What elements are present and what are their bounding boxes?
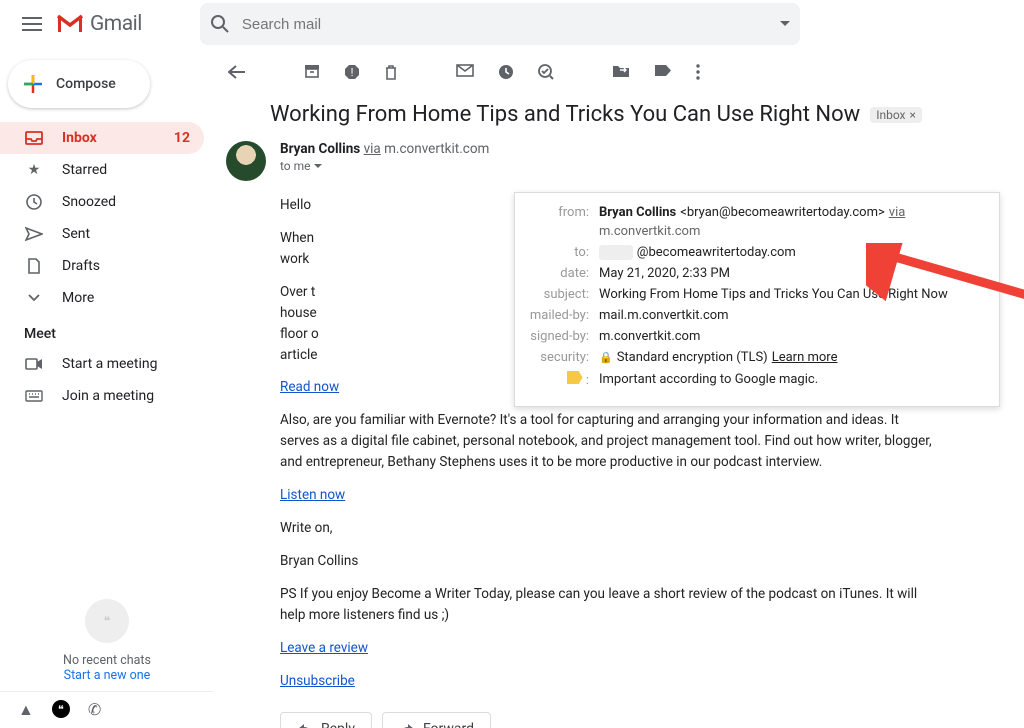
- move-icon[interactable]: [612, 64, 630, 80]
- inbox-chip[interactable]: Inbox×: [870, 107, 922, 123]
- message-details-card: from: Bryan Collins <bryan@becomeawriter…: [514, 192, 1000, 407]
- leave-review-link[interactable]: Leave a review: [280, 640, 368, 656]
- search-input[interactable]: [242, 16, 692, 33]
- read-now-link[interactable]: Read now: [280, 379, 339, 395]
- message-toolbar: !: [214, 48, 1004, 96]
- svg-text:!: !: [351, 66, 354, 79]
- app-logo[interactable]: Gmail: [56, 12, 142, 36]
- inbox-icon: [24, 131, 44, 145]
- forward-button[interactable]: Forward: [382, 712, 491, 728]
- back-icon[interactable]: [228, 65, 246, 79]
- meet-start[interactable]: Start a meeting: [0, 348, 214, 380]
- listen-now-link[interactable]: Listen now: [280, 487, 345, 503]
- email-subject: Working From Home Tips and Tricks You Ca…: [270, 102, 860, 127]
- compose-label: Compose: [56, 76, 116, 92]
- meet-join-label: Join a meeting: [62, 388, 154, 404]
- sidebar-item-starred[interactable]: ★ Starred: [0, 154, 204, 186]
- send-icon: [24, 227, 44, 241]
- hangouts-new-link[interactable]: Start a new one: [0, 668, 214, 683]
- chevron-down-icon: [24, 294, 44, 302]
- chat-tab-icon[interactable]: ❝: [52, 700, 70, 718]
- star-icon: ★: [24, 162, 44, 178]
- forward-icon: [399, 723, 415, 728]
- sidebar-item-inbox[interactable]: Inbox 12: [0, 122, 204, 154]
- label-icon[interactable]: [654, 64, 672, 80]
- file-icon: [24, 258, 44, 274]
- more-icon[interactable]: [696, 64, 700, 80]
- main-pane: ! Working From Home Tips and Tricks You …: [214, 48, 1024, 728]
- app-name: Gmail: [90, 12, 142, 36]
- sidebar-more-label: More: [62, 290, 94, 306]
- importance-icon: [567, 371, 583, 384]
- sidebar-item-drafts[interactable]: Drafts: [0, 250, 204, 282]
- search-icon[interactable]: [210, 14, 230, 34]
- meet-join[interactable]: Join a meeting: [0, 380, 214, 412]
- person-tab-icon[interactable]: ▲: [18, 700, 34, 720]
- mark-unread-icon[interactable]: [456, 64, 474, 80]
- unsubscribe-link[interactable]: Unsubscribe: [280, 673, 355, 689]
- clock-icon: [24, 194, 44, 210]
- sidebar-inbox-label: Inbox: [62, 130, 97, 146]
- sender-line: Bryan Collins via m.convertkit.com: [280, 141, 489, 157]
- sidebar-item-sent[interactable]: Sent: [0, 218, 204, 250]
- reply-button[interactable]: Reply: [280, 712, 372, 728]
- learn-more-link[interactable]: Learn more: [772, 350, 838, 365]
- keyboard-icon: [24, 390, 44, 402]
- reply-icon: [297, 723, 313, 728]
- hangouts-tabs: ▲ ❝ ✆: [0, 691, 214, 728]
- meet-start-label: Start a meeting: [62, 356, 157, 372]
- sidebar-item-snoozed[interactable]: Snoozed: [0, 186, 204, 218]
- sidebar-item-more[interactable]: More: [0, 282, 204, 314]
- sender-avatar[interactable]: [226, 141, 266, 181]
- archive-icon[interactable]: [304, 64, 320, 80]
- compose-button[interactable]: Compose: [8, 60, 150, 108]
- sidebar-drafts-label: Drafts: [62, 258, 100, 274]
- plus-icon: [22, 73, 44, 95]
- inbox-count: 12: [174, 130, 190, 146]
- spam-icon[interactable]: !: [344, 64, 360, 80]
- hangouts-widget: ❝ No recent chats Start a new one: [0, 599, 214, 691]
- app-header: Gmail: [0, 0, 1024, 48]
- search-bar[interactable]: [200, 3, 800, 45]
- sidebar: Compose Inbox 12 ★ Starred Snoozed Sent …: [0, 48, 214, 728]
- hangouts-icon: ❝: [85, 599, 129, 643]
- snooze-icon[interactable]: [498, 64, 514, 80]
- sender-name: Bryan Collins: [280, 141, 360, 157]
- sidebar-starred-label: Starred: [62, 162, 107, 178]
- meet-header: Meet: [0, 314, 214, 348]
- to-me-dropdown[interactable]: to me: [280, 159, 489, 173]
- task-icon[interactable]: [538, 64, 554, 80]
- sidebar-sent-label: Sent: [62, 226, 90, 242]
- delete-icon[interactable]: [384, 64, 398, 80]
- phone-tab-icon[interactable]: ✆: [88, 700, 101, 720]
- video-icon: [24, 358, 44, 370]
- chip-close-icon[interactable]: ×: [910, 108, 916, 122]
- hangouts-empty: No recent chats: [0, 653, 214, 668]
- menu-icon[interactable]: [8, 0, 56, 48]
- lock-icon: 🔒: [599, 351, 613, 364]
- search-options-icon[interactable]: [780, 21, 790, 27]
- caret-down-icon: [314, 164, 322, 169]
- sidebar-snoozed-label: Snoozed: [62, 194, 116, 210]
